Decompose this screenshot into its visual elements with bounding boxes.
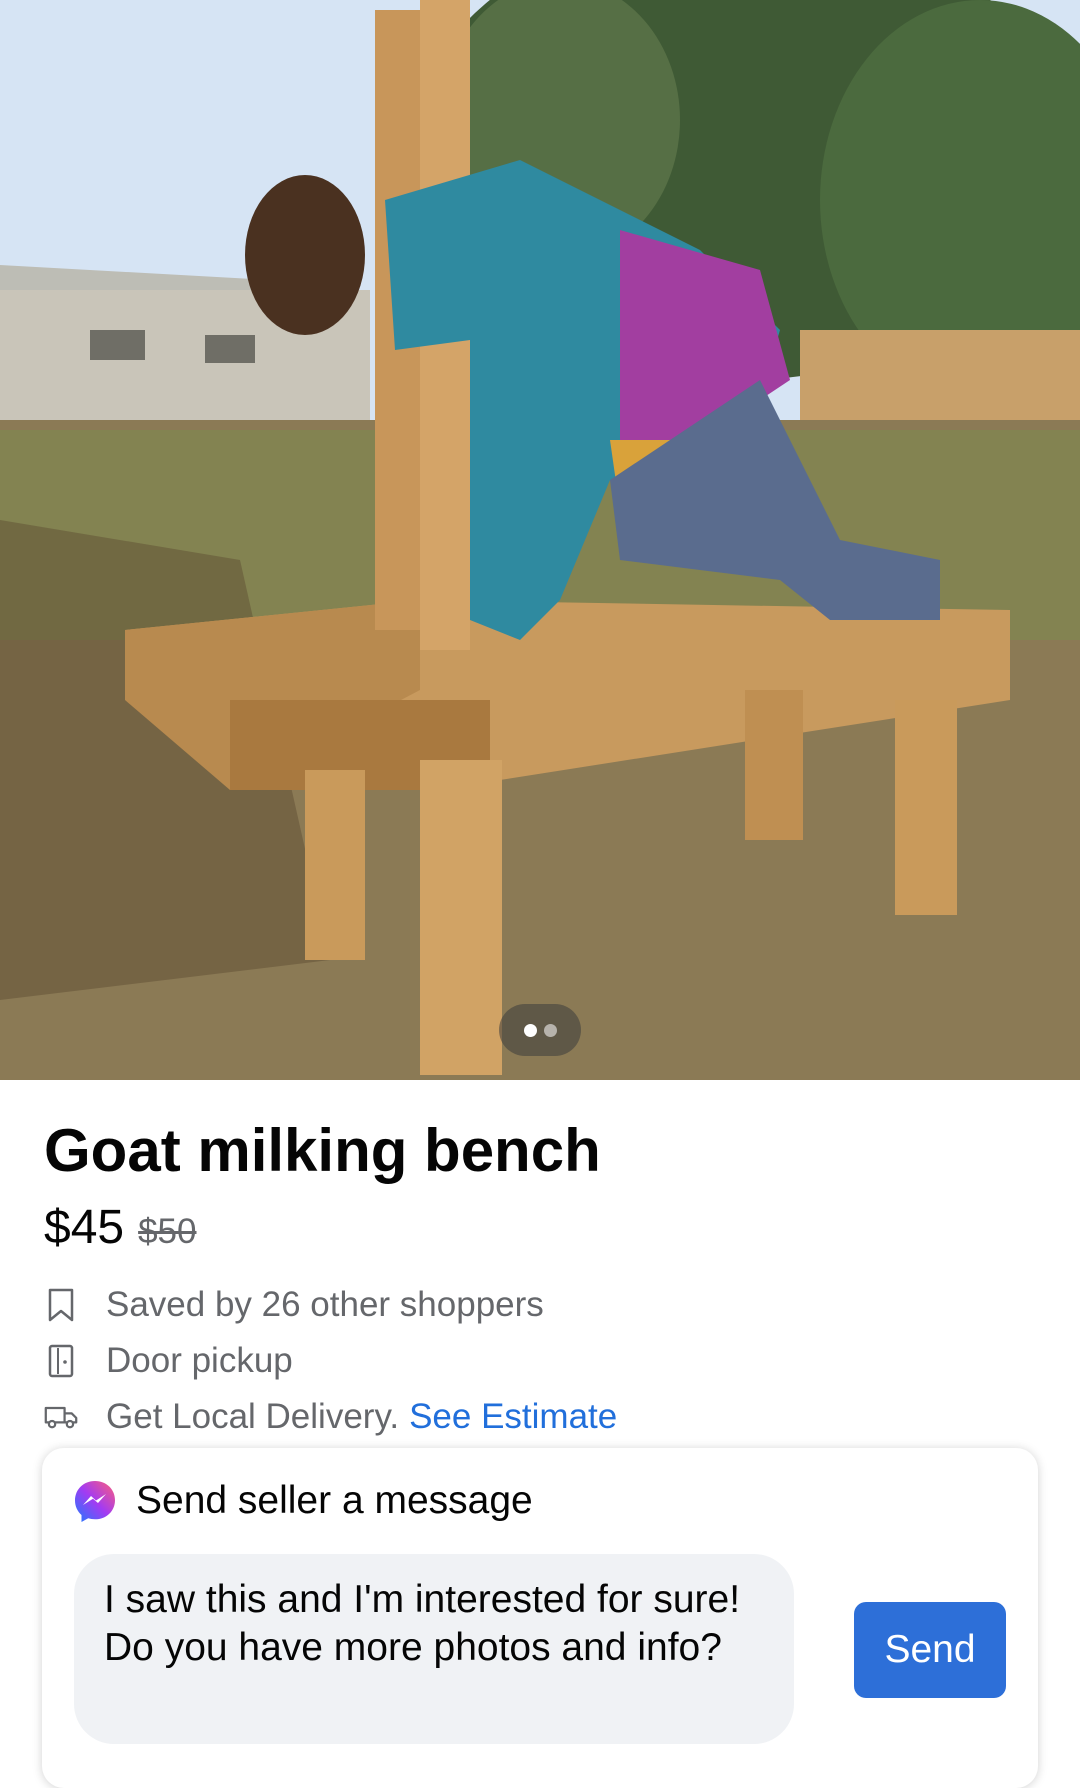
saved-count-row: Saved by 26 other shoppers [44, 1277, 1036, 1333]
delivery-row: Get Local Delivery. See Estimate [44, 1389, 1036, 1445]
original-price: $50 [138, 1212, 197, 1251]
price-row: $45 $50 [44, 1200, 1036, 1255]
see-estimate-link[interactable]: See Estimate [409, 1397, 617, 1437]
carousel-dot-1[interactable] [523, 1023, 537, 1037]
bookmark-icon [44, 1288, 78, 1322]
listing-info: Goat milking bench $45 $50 Saved by 26 o… [0, 1080, 1080, 1445]
door-icon [44, 1344, 78, 1378]
messenger-icon [75, 1481, 115, 1522]
truck-icon [44, 1400, 78, 1434]
message-header: Send seller a message [72, 1478, 533, 1524]
listing-price: $45 [44, 1201, 125, 1254]
message-heading: Send seller a message [136, 1479, 533, 1522]
listing-photo[interactable] [0, 0, 1080, 1080]
carousel-dot-2[interactable] [543, 1023, 557, 1037]
saved-count-text: Saved by 26 other shoppers [106, 1285, 544, 1324]
pickup-text: Door pickup [106, 1341, 293, 1380]
send-button[interactable]: Send [854, 1602, 1006, 1698]
pickup-row: Door pickup [44, 1333, 1036, 1389]
listing-photo-illustration [0, 0, 1080, 1080]
message-input[interactable]: I saw this and I'm interested for sure! … [74, 1554, 794, 1744]
listing-title: Goat milking bench [44, 1117, 601, 1184]
message-seller-card: Send seller a message I saw this and I'm… [42, 1448, 1038, 1788]
delivery-text: Get Local Delivery. [106, 1397, 400, 1436]
carousel-indicator[interactable] [499, 1004, 581, 1056]
listing-details: Saved by 26 other shoppers Door pickup G… [44, 1277, 1036, 1445]
